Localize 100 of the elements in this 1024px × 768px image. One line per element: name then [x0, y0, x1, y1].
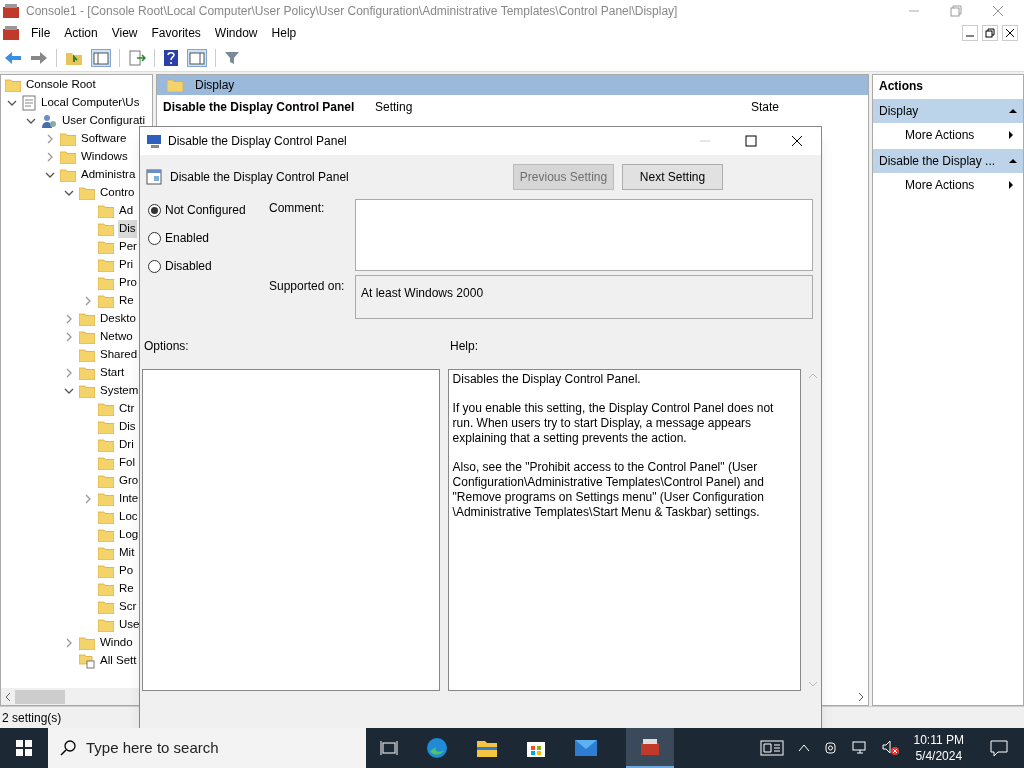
tree-item[interactable]: Fol: [118, 454, 136, 472]
clock-time[interactable]: 10:11 PM: [913, 732, 964, 748]
speaker-muted-icon[interactable]: [881, 740, 900, 756]
tree-item[interactable]: Re: [118, 292, 135, 310]
radio-option[interactable]: Disabled: [148, 257, 269, 275]
taskbar-app-button[interactable]: [626, 728, 674, 768]
radio-option[interactable]: Not Configured: [148, 201, 269, 219]
tree-item[interactable]: Deskto: [99, 310, 137, 328]
pane-title: Display: [195, 77, 235, 94]
tree-item[interactable]: Gro: [118, 472, 140, 490]
help-label: Help:: [450, 338, 478, 355]
tree-item[interactable]: Pri: [118, 256, 135, 274]
tree-item[interactable]: Po: [118, 562, 135, 580]
scroll-right-icon[interactable]: [858, 692, 864, 701]
folder-icon: [98, 528, 114, 542]
next-setting-button[interactable]: Next Setting: [622, 164, 723, 190]
help-paragraph: If you enable this setting, the Display Control Panel does not run. When users try to start Display, a message appears explaining that a setting prevents the action.: [452, 401, 775, 446]
close-icon[interactable]: [791, 135, 803, 147]
camera-icon[interactable]: [823, 741, 838, 755]
maximize-icon[interactable]: [745, 135, 757, 147]
actions-group-header[interactable]: Disable the Display ...: [873, 149, 1023, 173]
column-header[interactable]: Setting: [375, 98, 751, 116]
task-view-icon[interactable]: [380, 739, 398, 757]
folder-icon: [5, 78, 21, 92]
tree-item[interactable]: Dis: [118, 418, 137, 436]
tree-item[interactable]: Log: [118, 526, 140, 544]
folder-icon: [98, 438, 114, 452]
tree-item[interactable]: Use: [118, 616, 141, 634]
radio-button[interactable]: [148, 231, 161, 245]
tree-pane-icon[interactable]: [91, 48, 111, 67]
scroll-left-icon[interactable]: [5, 692, 11, 701]
tree-item[interactable]: Local Computer\Us: [40, 94, 141, 112]
radio-button[interactable]: [148, 259, 161, 273]
tree-item[interactable]: Windo: [99, 634, 134, 652]
chevron-up-icon[interactable]: [797, 743, 810, 753]
menu-item[interactable]: Help: [264, 24, 304, 42]
tree-item[interactable]: Shared: [99, 346, 139, 364]
minimize-icon[interactable]: [962, 25, 978, 41]
options-label: Options:: [144, 338, 190, 355]
tree-item[interactable]: Mit: [118, 544, 136, 562]
document-icon: [22, 95, 36, 111]
actions-group-header[interactable]: Display: [873, 99, 1023, 123]
tree-item[interactable]: Contro: [99, 184, 136, 202]
tree-item[interactable]: Netwo: [99, 328, 134, 346]
tree-item[interactable]: Inte: [118, 490, 140, 508]
collapse-triangle-icon[interactable]: [1009, 107, 1017, 115]
mail-icon[interactable]: [574, 739, 598, 757]
tree-item[interactable]: Software: [80, 130, 128, 148]
menu-item[interactable]: Window: [207, 24, 265, 42]
back-arrow-icon[interactable]: [4, 50, 22, 65]
radio-option[interactable]: Enabled: [148, 229, 269, 247]
filter-icon[interactable]: [224, 49, 240, 66]
toolbox-icon: [2, 3, 20, 19]
tree-item[interactable]: Ctr: [118, 400, 136, 418]
tree-item[interactable]: Scr: [118, 598, 138, 616]
folder-icon: [79, 636, 95, 650]
windows-logo-icon[interactable]: [16, 740, 32, 756]
help-icon[interactable]: [163, 48, 179, 67]
expand-triangle-icon[interactable]: [1007, 181, 1015, 189]
radio-button[interactable]: [148, 203, 161, 217]
notification-icon[interactable]: [990, 739, 1008, 757]
action-pane-icon[interactable]: [187, 48, 207, 67]
folder-icon[interactable]: [476, 738, 498, 758]
forward-arrow-icon[interactable]: [30, 50, 48, 65]
tree-item[interactable]: Console Root: [25, 76, 97, 94]
search-field[interactable]: Type here to search: [48, 728, 366, 768]
tree-item[interactable]: All Sett: [99, 652, 138, 670]
tree-item[interactable]: Per: [118, 238, 138, 256]
tree-item[interactable]: Ad: [118, 202, 135, 220]
folder-icon: [60, 150, 76, 164]
comment-field[interactable]: [355, 199, 813, 271]
toolbox-icon: [640, 738, 660, 756]
folder-icon: [79, 312, 95, 326]
tree-item[interactable]: Pro: [118, 274, 138, 292]
folder-icon: [98, 582, 114, 596]
action-item[interactable]: More Actions: [873, 123, 1023, 147]
tree-item[interactable]: Dri: [118, 436, 135, 454]
column-header[interactable]: State: [751, 98, 780, 116]
network-icon[interactable]: [851, 741, 868, 755]
collapse-triangle-icon[interactable]: [1009, 157, 1017, 165]
menu-item[interactable]: File: [24, 24, 58, 42]
menu-item[interactable]: Favorites: [144, 24, 208, 42]
action-item[interactable]: More Actions: [873, 173, 1023, 197]
toolbox-icon[interactable]: [2, 25, 20, 41]
tree-item[interactable]: Windows: [80, 148, 129, 166]
menu-item[interactable]: View: [104, 24, 145, 42]
browser-icon[interactable]: [426, 737, 448, 759]
expand-triangle-icon[interactable]: [1007, 131, 1015, 139]
tree-item[interactable]: Re: [118, 580, 135, 598]
restore-icon[interactable]: [982, 25, 998, 41]
tree-item[interactable]: Loc: [118, 508, 139, 526]
tree-item[interactable]: Administra: [80, 166, 137, 184]
tree-item[interactable]: System: [99, 382, 140, 400]
clock-date[interactable]: 5/4/2024: [915, 748, 963, 764]
tree-item[interactable]: User Configurati: [61, 112, 147, 130]
tree-item[interactable]: Dis: [118, 220, 137, 238]
tree-item[interactable]: Start: [99, 364, 126, 382]
menu-item[interactable]: Action: [57, 24, 105, 42]
export-list-icon[interactable]: [128, 49, 146, 66]
news-icon[interactable]: [759, 740, 784, 756]
